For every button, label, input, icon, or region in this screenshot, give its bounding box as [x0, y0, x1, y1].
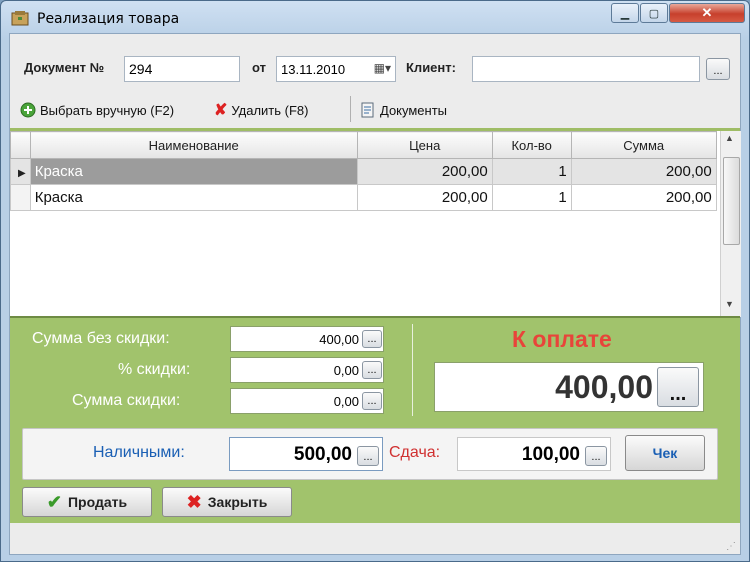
grid-corner-cell [10, 131, 31, 159]
totals-panel: Сумма без скидки: 400,00 ... % скидки: 0… [10, 316, 740, 523]
minimize-icon: ▁ [620, 7, 630, 20]
close-label: Закрыть [207, 494, 268, 510]
sum-no-discount-field[interactable]: 400,00 [230, 326, 384, 352]
client-select-button[interactable]: ... [706, 58, 730, 80]
documents-button[interactable]: Документы [360, 100, 447, 120]
delete-icon: ✘ [214, 102, 228, 119]
to-pay-label: К оплате [512, 326, 612, 352]
column-header-sum[interactable]: Сумма [570, 131, 717, 159]
sum-no-discount-label: Сумма без скидки: [32, 330, 170, 347]
maximize-button[interactable]: ▢ [640, 3, 668, 23]
close-window-button[interactable]: ✕ [669, 3, 745, 23]
sell-button[interactable]: ✔ Продать [22, 487, 152, 517]
close-button[interactable]: ✖ Закрыть [162, 487, 292, 517]
checkmark-icon: ✔ [46, 491, 62, 512]
client-field[interactable] [472, 56, 700, 82]
cell-price[interactable]: 200,00 [356, 184, 493, 211]
row-indicator-icon: ▶ [10, 158, 31, 185]
grid-vertical-scrollbar[interactable]: ▲ ▼ [720, 131, 741, 317]
discount-sum-label: Сумма скидки: [72, 392, 181, 409]
column-header-name[interactable]: Наименование [29, 131, 358, 159]
close-icon: ✕ [701, 5, 713, 20]
cell-sum[interactable]: 200,00 [570, 158, 717, 185]
totals-divider [412, 324, 413, 416]
grid-header-row: Наименование Цена Кол-во Сумма [10, 131, 717, 159]
discount-sum-button[interactable]: ... [362, 392, 382, 410]
select-manually-button[interactable]: Выбрать вручную (F2) [20, 100, 174, 120]
scroll-down-icon[interactable]: ▼ [725, 299, 734, 309]
client-area: Документ № 294 от 13.11.2010 ▦▾ Клиент: … [9, 33, 741, 555]
delete-label: Удалить (F8) [231, 102, 309, 118]
main-window: Реализация товара ▁ ▢ ✕ Документ № 294 о… [0, 0, 750, 562]
cell-qty[interactable]: 1 [491, 158, 572, 185]
cash-button[interactable]: ... [357, 446, 379, 466]
cell-name[interactable]: Краска [29, 158, 358, 185]
cell-price[interactable]: 200,00 [356, 158, 493, 185]
resize-grip-icon[interactable]: ⋰ [726, 541, 736, 552]
column-header-price[interactable]: Цена [356, 131, 493, 159]
status-bar: ⋰ [10, 526, 740, 554]
sell-label: Продать [67, 494, 128, 510]
cash-label: Наличными: [93, 444, 185, 461]
cell-sum[interactable]: 200,00 [570, 184, 717, 211]
cash-field[interactable]: 500,00 ... [229, 437, 383, 471]
document-number-field[interactable]: 294 [124, 56, 240, 82]
cash-value: 500,00 [293, 444, 352, 465]
document-number-label: Документ № [24, 60, 105, 75]
date-field[interactable]: 13.11.2010 ▦▾ [276, 56, 396, 82]
column-header-qty[interactable]: Кол-во [491, 131, 572, 159]
sum-no-discount-button[interactable]: ... [362, 330, 382, 348]
row-indicator-cell [10, 184, 31, 211]
items-grid[interactable]: Наименование Цена Кол-во Сумма ▶ Краска … [10, 128, 741, 317]
calendar-dropdown-icon[interactable]: ▦▾ [374, 61, 391, 75]
change-button[interactable]: ... [585, 446, 607, 466]
to-pay-field: 400,00 ... [434, 362, 704, 412]
discount-percent-button[interactable]: ... [362, 361, 382, 379]
toolbar-separator [350, 96, 351, 122]
to-pay-value: 400,00 [555, 369, 653, 405]
documents-icon [361, 102, 374, 118]
scroll-up-icon[interactable]: ▲ [725, 133, 734, 143]
to-pay-button[interactable]: ... [657, 367, 699, 407]
app-icon [11, 11, 29, 26]
receipt-button[interactable]: Чек [625, 435, 705, 471]
change-field: 100,00 ... [457, 437, 611, 471]
table-row[interactable]: ▶ Краска 200,00 1 200,00 [10, 158, 717, 185]
client-label: Клиент: [406, 60, 456, 75]
add-icon [20, 102, 36, 118]
cell-name[interactable]: Краска [29, 184, 358, 211]
table-row[interactable]: Краска 200,00 1 200,00 [10, 184, 717, 211]
delete-button[interactable]: ✘ Удалить (F8) [214, 100, 308, 120]
cell-qty[interactable]: 1 [491, 184, 572, 211]
discount-percent-label: % скидки: [118, 361, 191, 378]
maximize-icon: ▢ [648, 7, 660, 20]
minimize-button[interactable]: ▁ [611, 3, 639, 23]
documents-label: Документы [380, 102, 448, 118]
select-manually-label: Выбрать вручную (F2) [40, 102, 175, 118]
discount-percent-field[interactable]: 0,00 [230, 357, 384, 383]
change-label: Сдача: [389, 444, 441, 461]
discount-sum-field[interactable]: 0,00 [230, 388, 384, 414]
title-bar[interactable]: Реализация товара ▁ ▢ ✕ [1, 1, 749, 35]
cross-icon: ✖ [186, 491, 202, 512]
date-value: 13.11.2010 [281, 61, 346, 77]
change-value: 100,00 [521, 444, 580, 465]
items-table: Наименование Цена Кол-во Сумма ▶ Краска … [10, 131, 717, 211]
window-title: Реализация товара [37, 11, 180, 27]
payment-panel: Наличными: 500,00 ... Сдача: 100,00 ... … [22, 428, 718, 480]
date-from-label: от [252, 60, 266, 75]
scroll-thumb[interactable] [723, 157, 740, 245]
